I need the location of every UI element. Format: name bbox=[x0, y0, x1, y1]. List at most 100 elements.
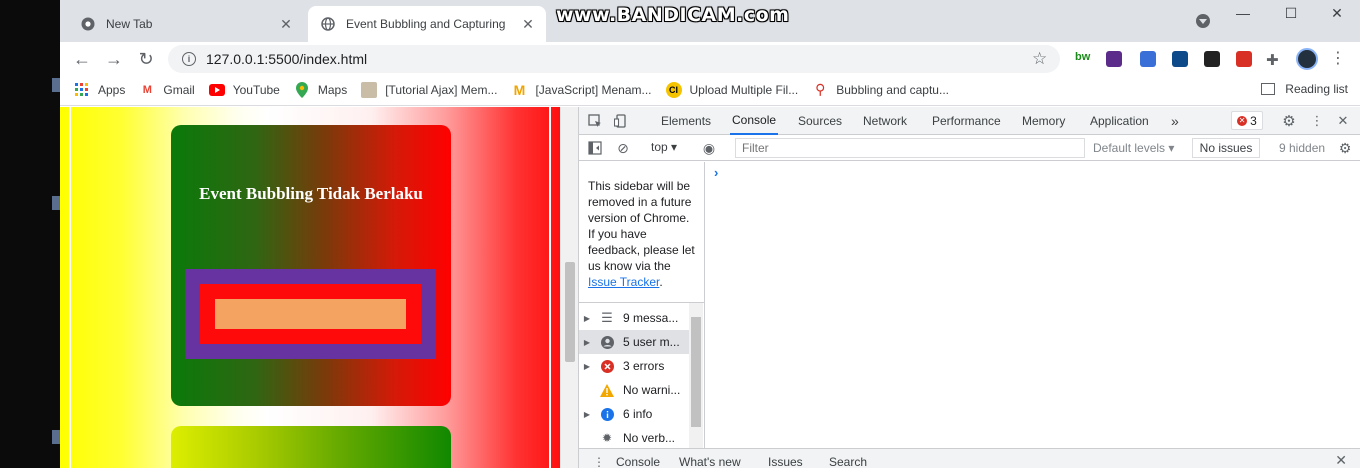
bug-icon: ✹ bbox=[601, 431, 613, 445]
tab-application[interactable]: Application bbox=[1088, 107, 1151, 135]
console-filter-input[interactable] bbox=[735, 138, 1085, 158]
console-prompt-icon[interactable]: › bbox=[714, 165, 718, 180]
youtube-icon bbox=[208, 82, 225, 98]
clear-console-icon[interactable]: ⊘ bbox=[615, 140, 631, 156]
apps-grid-icon bbox=[74, 82, 90, 98]
log-levels-dropdown[interactable]: Default levels ▾ bbox=[1093, 141, 1174, 155]
sidebar-toggle-icon[interactable] bbox=[587, 140, 603, 156]
tab-performance[interactable]: Performance bbox=[930, 107, 1003, 135]
expand-triangle-icon[interactable]: ▶ bbox=[579, 314, 595, 323]
extension-l-icon[interactable] bbox=[1172, 51, 1188, 67]
info-icon bbox=[599, 406, 615, 422]
browser-menu-icon[interactable]: ⋮ bbox=[1330, 48, 1346, 68]
console-settings-icon[interactable]: ⚙ bbox=[1337, 140, 1353, 156]
sidebar-item-user-messages[interactable]: ▶ 5 user m... bbox=[579, 330, 689, 354]
inner-orange-box[interactable] bbox=[215, 299, 406, 329]
tab-event-bubbling[interactable]: Event Bubbling and Capturing ✕ bbox=[308, 6, 546, 42]
gradient-card-yellow-green[interactable] bbox=[171, 426, 451, 468]
sidebar-item-errors[interactable]: ▶ 3 errors bbox=[579, 354, 689, 378]
maximize-button[interactable]: ☐ bbox=[1268, 0, 1314, 26]
inspect-element-icon[interactable] bbox=[587, 113, 603, 129]
sidebar-item-label: 3 errors bbox=[623, 359, 665, 373]
extensions-puzzle-icon[interactable]: ✚ bbox=[1266, 51, 1282, 69]
tab-strip: New Tab ✕ Event Bubbling and Capturing ✕… bbox=[60, 0, 1360, 42]
devtools-menu-icon[interactable]: ⋮ bbox=[1309, 113, 1325, 129]
profile-avatar[interactable] bbox=[1296, 48, 1318, 70]
back-icon[interactable]: ← bbox=[70, 47, 94, 71]
reading-list-button[interactable]: Reading list bbox=[1261, 82, 1348, 96]
drawer-tab-console[interactable]: Console bbox=[616, 455, 660, 468]
extension-blue-icon[interactable] bbox=[1140, 51, 1156, 67]
bookmark-label: Upload Multiple Fil... bbox=[689, 82, 799, 97]
sidebar-scrollbar[interactable] bbox=[689, 303, 703, 448]
desktop-icon[interactable] bbox=[52, 78, 60, 92]
close-tab-icon[interactable]: ✕ bbox=[520, 16, 536, 32]
bookmark-tutorial-ajax[interactable]: [Tutorial Ajax] Mem... bbox=[361, 81, 497, 98]
bookmark-label: Maps bbox=[317, 82, 348, 97]
sidebar-item-verbose[interactable]: ✹ No verb... bbox=[579, 426, 689, 450]
issues-button[interactable]: No issues bbox=[1192, 138, 1260, 158]
chrome-window: New Tab ✕ Event Bubbling and Capturing ✕… bbox=[60, 0, 1360, 468]
desktop-strip bbox=[0, 0, 60, 468]
extension-dark-icon[interactable] bbox=[1204, 51, 1220, 67]
reload-icon[interactable]: ↻ bbox=[134, 47, 158, 71]
close-drawer-icon[interactable]: ✕ bbox=[1335, 452, 1347, 468]
close-tab-icon[interactable]: ✕ bbox=[278, 16, 294, 32]
drawer-menu-icon[interactable]: ⋮ bbox=[593, 455, 605, 468]
scrollbar-thumb[interactable] bbox=[565, 262, 575, 362]
context-selector[interactable]: top ▾ bbox=[651, 140, 677, 154]
gradient-card-red-green[interactable]: Event Bubbling Tidak Berlaku bbox=[171, 125, 451, 406]
bookmark-maps[interactable]: Maps bbox=[294, 81, 348, 98]
tab-sources[interactable]: Sources bbox=[796, 107, 844, 135]
settings-gear-icon[interactable]: ⚙ bbox=[1281, 113, 1297, 130]
close-window-button[interactable]: ✕ bbox=[1314, 0, 1360, 26]
forward-icon[interactable]: → bbox=[102, 47, 126, 71]
desktop-icon[interactable] bbox=[52, 196, 60, 210]
sidebar-item-messages[interactable]: ▶ ☰ 9 messa... bbox=[579, 306, 689, 330]
expand-triangle-icon[interactable]: ▶ bbox=[579, 338, 595, 347]
drawer-tab-search[interactable]: Search bbox=[829, 455, 867, 468]
site-info-icon[interactable]: i bbox=[182, 52, 196, 66]
outer-purple-box[interactable] bbox=[185, 269, 436, 359]
address-bar[interactable]: i 127.0.0.1:5500/index.html bbox=[168, 45, 1060, 73]
middle-red-box[interactable] bbox=[200, 284, 421, 344]
bookmark-label: Apps bbox=[98, 82, 126, 97]
close-devtools-icon[interactable]: ✕ bbox=[1335, 113, 1351, 129]
sidebar-item-warnings[interactable]: No warni... bbox=[579, 378, 689, 402]
error-count-badge[interactable]: ✕ 3 bbox=[1231, 111, 1263, 130]
reading-list-label: Reading list bbox=[1285, 82, 1348, 96]
device-toolbar-icon[interactable] bbox=[613, 113, 629, 129]
more-tabs-icon[interactable]: » bbox=[1169, 107, 1181, 135]
live-expression-eye-icon[interactable]: ◉ bbox=[701, 140, 717, 156]
issue-tracker-link[interactable]: Issue Tracker bbox=[588, 275, 659, 289]
bookmark-apps[interactable]: Apps bbox=[74, 82, 125, 98]
note-line: version of Chrome. bbox=[588, 211, 690, 225]
tab-elements[interactable]: Elements bbox=[659, 107, 713, 135]
tab-console[interactable]: Console bbox=[730, 107, 779, 135]
tab-search-icon[interactable] bbox=[1196, 14, 1210, 28]
page-viewport: Event Bubbling Tidak Berlaku bbox=[60, 107, 578, 468]
sidebar-item-info[interactable]: ▶ 6 info bbox=[579, 402, 689, 426]
bookmark-label: YouTube bbox=[232, 82, 280, 97]
extension-lock-icon[interactable] bbox=[1236, 51, 1252, 67]
extension-bw-icon[interactable]: bw bbox=[1075, 51, 1091, 67]
expand-triangle-icon[interactable]: ▶ bbox=[579, 410, 595, 419]
minimize-button[interactable]: — bbox=[1220, 0, 1266, 26]
page-scrollbar[interactable] bbox=[560, 107, 578, 468]
expand-triangle-icon[interactable]: ▶ bbox=[579, 362, 595, 371]
extension-purple-icon[interactable] bbox=[1106, 51, 1122, 67]
bookmark-javascript[interactable]: M [JavaScript] Menam... bbox=[511, 82, 652, 98]
bookmark-upload-multiple[interactable]: CI Upload Multiple Fil... bbox=[665, 81, 799, 98]
bookmark-gmail[interactable]: M Gmail bbox=[139, 82, 195, 98]
bookmark-youtube[interactable]: YouTube bbox=[208, 82, 280, 98]
console-output[interactable]: › bbox=[706, 162, 1360, 448]
tab-memory[interactable]: Memory bbox=[1020, 107, 1067, 135]
tab-network[interactable]: Network bbox=[861, 107, 909, 135]
desktop-icon[interactable] bbox=[52, 430, 60, 444]
tab-new-tab[interactable]: New Tab ✕ bbox=[68, 6, 304, 42]
drawer-tab-whats-new[interactable]: What's new bbox=[679, 455, 741, 468]
drawer-tab-issues[interactable]: Issues bbox=[768, 455, 803, 468]
bookmark-star-icon[interactable]: ☆ bbox=[1032, 49, 1047, 69]
scrollbar-thumb[interactable] bbox=[691, 317, 701, 427]
bookmark-bubbling-capturing[interactable]: ⚲ Bubbling and captu... bbox=[812, 81, 949, 98]
